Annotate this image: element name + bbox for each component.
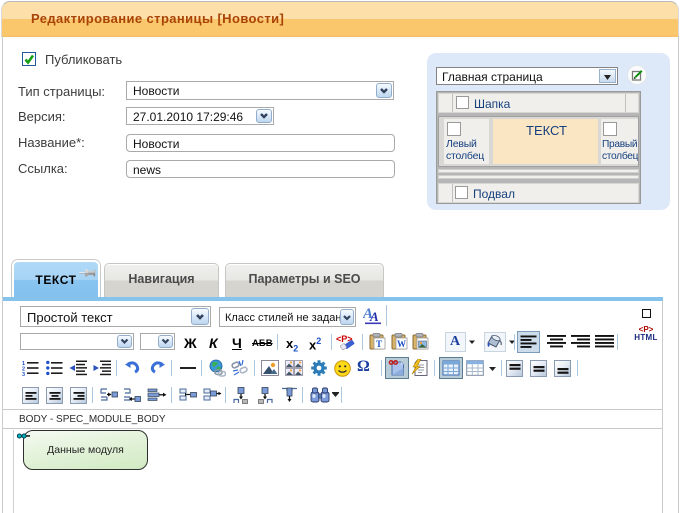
svg-text:W: W	[397, 339, 406, 349]
svg-text:T: T	[376, 339, 382, 349]
svg-text:3: 3	[22, 372, 25, 376]
svg-text:A: A	[369, 309, 379, 324]
